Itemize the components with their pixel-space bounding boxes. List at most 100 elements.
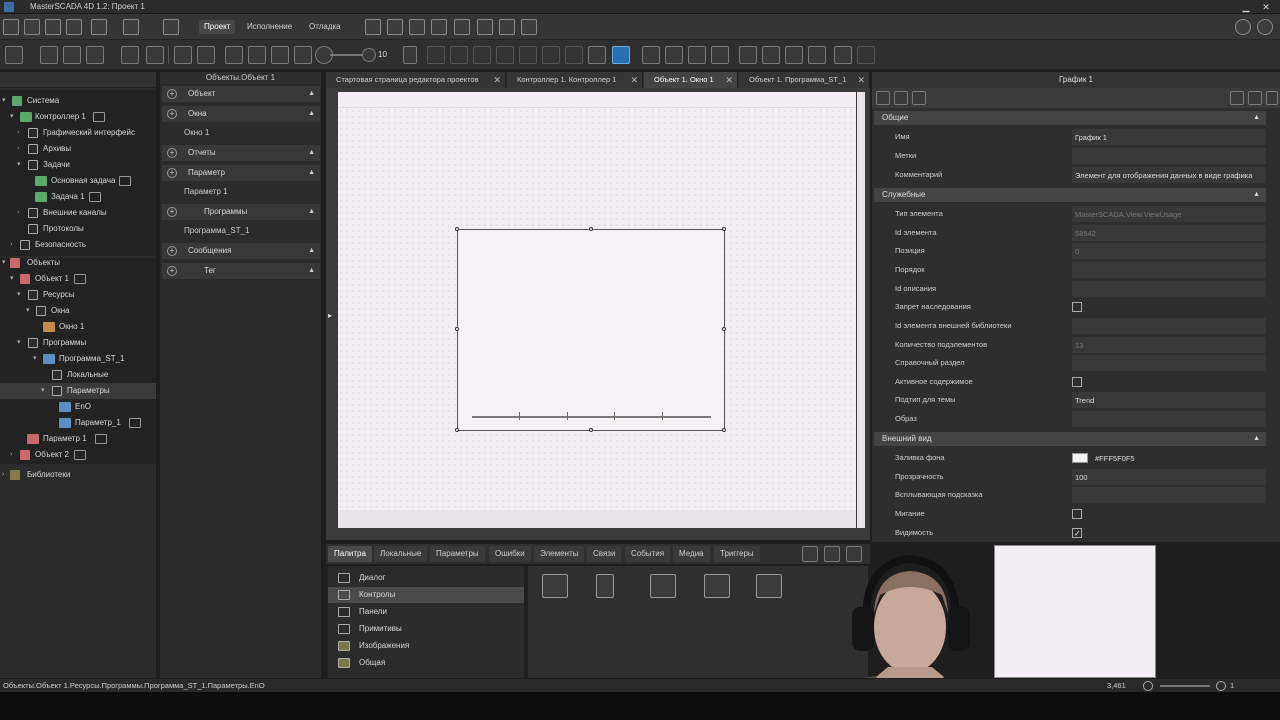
color-swatch[interactable] (1072, 453, 1088, 463)
tab-links[interactable]: Связи (587, 546, 622, 562)
tree-item-windows[interactable]: ▾ Окна (0, 303, 156, 319)
layer-icon[interactable] (688, 46, 706, 64)
prop-active-content[interactable]: Активное содержимое (872, 373, 1268, 391)
tab-palette[interactable]: Палитра (328, 546, 372, 562)
layer-icon[interactable] (665, 46, 683, 64)
prop-opacity[interactable]: Прозрачность 100 (872, 468, 1268, 486)
align-icon[interactable] (450, 46, 468, 64)
tab-parameters[interactable]: Параметры (430, 546, 485, 562)
tree-item-external-channels[interactable]: › Внешние каналы (0, 205, 156, 221)
section-windows[interactable]: + Окна ▲ (162, 106, 320, 122)
trend-chart-widget[interactable] (455, 227, 726, 432)
tree-item-controller[interactable]: ▾ Контроллер 1 (0, 109, 156, 125)
redo-icon[interactable] (123, 19, 139, 35)
section-item[interactable]: Параметр 1 (184, 187, 228, 196)
category-controls[interactable]: Контролы (328, 587, 524, 603)
pointer-icon[interactable] (174, 46, 192, 64)
section-item[interactable]: Окно 1 (184, 128, 209, 137)
tree-item-task1[interactable]: Задача 1 (0, 189, 156, 205)
resize-handle[interactable] (722, 428, 726, 432)
blink-checkbox[interactable] (1072, 509, 1082, 519)
tree-item-parameter1[interactable]: Параметр 1 (0, 431, 156, 447)
tree-item-resources[interactable]: ▾ Ресурсы (0, 287, 156, 303)
prop-external-lib-id[interactable]: Id элемента внешней библиотеки (872, 317, 1268, 335)
import-icon[interactable] (857, 46, 875, 64)
eye-icon[interactable] (612, 46, 630, 64)
tab-media[interactable]: Медиа (673, 546, 710, 562)
table-icon[interactable] (756, 574, 782, 598)
tree-item-security[interactable]: › Безопасность (0, 237, 156, 253)
tab-triggers[interactable]: Триггеры (714, 546, 760, 562)
section-item[interactable]: Программа_ST_1 (184, 226, 249, 235)
tree-item-archives[interactable]: › Архивы (0, 141, 156, 157)
section-object[interactable]: + Объект ▲ (162, 86, 320, 102)
tab-controller[interactable]: Контроллер 1. Контроллер 1 ✕ (507, 72, 643, 88)
trend-chart-icon[interactable] (542, 574, 568, 598)
tree-item-libraries[interactable]: › Библиотеки (0, 467, 156, 483)
layer-icon[interactable] (642, 46, 660, 64)
section-programs[interactable]: + Программы ▲ (162, 204, 320, 220)
dropdown-icon[interactable] (403, 46, 417, 64)
prop-background-fill[interactable]: Заливка фона #FFF5F0F5 (872, 449, 1268, 467)
tree-item-locals[interactable]: Локальные (0, 367, 156, 383)
tab-errors[interactable]: Ошибки (489, 546, 531, 562)
resize-handle[interactable] (722, 327, 726, 331)
info-icon[interactable] (1257, 19, 1273, 35)
align-icon[interactable] (477, 19, 493, 35)
expand-icon[interactable] (1248, 91, 1262, 105)
rotate-icon[interactable] (762, 46, 780, 64)
align-icon[interactable] (365, 19, 381, 35)
tree-item-gui[interactable]: › Графический интерфейс (0, 125, 156, 141)
active-content-checkbox[interactable] (1072, 377, 1082, 387)
resize-handle[interactable] (589, 227, 593, 231)
grid-icon[interactable] (248, 46, 266, 64)
open-icon[interactable] (24, 19, 40, 35)
resize-handle[interactable] (455, 327, 459, 331)
tab-start-page[interactable]: Стартовая страница редактора проектов ✕ (326, 72, 506, 88)
tree-item-eno[interactable]: EnO (0, 399, 156, 415)
categories-icon[interactable] (1230, 91, 1244, 105)
section-reports[interactable]: + Отчеты ▲ (162, 145, 320, 161)
tab-debug[interactable]: Отладка (304, 20, 346, 34)
tree-item-object1[interactable]: ▾ Объект 1 (0, 271, 156, 287)
align-icon[interactable] (473, 46, 491, 64)
align-icon[interactable] (496, 46, 514, 64)
align-icon[interactable] (499, 19, 515, 35)
tree-item-protocols[interactable]: Протоколы (0, 221, 156, 237)
tree-item-main-task[interactable]: Основная задача (0, 173, 156, 189)
duplicate-icon[interactable] (121, 46, 139, 64)
zoom-in-icon[interactable] (1216, 681, 1226, 691)
flip-icon[interactable] (785, 46, 803, 64)
zoom-out-icon[interactable] (1143, 681, 1153, 691)
category-general[interactable]: Общие ▲ (874, 111, 1266, 125)
visibility-checkbox[interactable] (1072, 525, 1082, 543)
prop-description-id[interactable]: Id описания (872, 280, 1268, 298)
grid-icon[interactable] (225, 46, 243, 64)
tab-locals[interactable]: Локальные (374, 546, 428, 562)
resize-handle[interactable] (455, 227, 459, 231)
tree-item-object2[interactable]: › Объект 2 (0, 447, 156, 463)
save-icon[interactable] (3, 19, 19, 35)
align-icon[interactable] (431, 19, 447, 35)
link-icon[interactable] (146, 46, 164, 64)
prop-tooltip[interactable]: Всплывающая подсказка (872, 486, 1268, 504)
distribute-icon[interactable] (588, 46, 606, 64)
prop-position[interactable]: Позиция 0 (872, 242, 1268, 260)
grid-icon[interactable] (294, 46, 312, 64)
cut-icon[interactable] (63, 46, 81, 64)
flip-icon[interactable] (808, 46, 826, 64)
category-service[interactable]: Служебные ▲ (874, 188, 1266, 202)
align-icon[interactable] (427, 46, 445, 64)
category-dialog[interactable]: Диалог (328, 570, 524, 586)
prop-no-inherit[interactable]: Запрет наследования (872, 298, 1268, 316)
tab-run[interactable]: Исполнение (242, 20, 297, 34)
clipboard-icon[interactable] (5, 46, 23, 64)
tab-program-st1[interactable]: Объект 1. Программа_ST_1 ✕ (739, 72, 870, 88)
tab-project[interactable]: Проект (199, 20, 236, 34)
tab-window1[interactable]: Объект 1. Окно 1 ✕ (644, 72, 738, 88)
layer-icon[interactable] (711, 46, 729, 64)
alarm-icon[interactable] (704, 574, 730, 598)
tab-events[interactable]: События (625, 546, 671, 562)
section-messages[interactable]: + Сообщения ▲ (162, 243, 320, 259)
section-parameter[interactable]: + Параметр ▲ (162, 165, 320, 181)
